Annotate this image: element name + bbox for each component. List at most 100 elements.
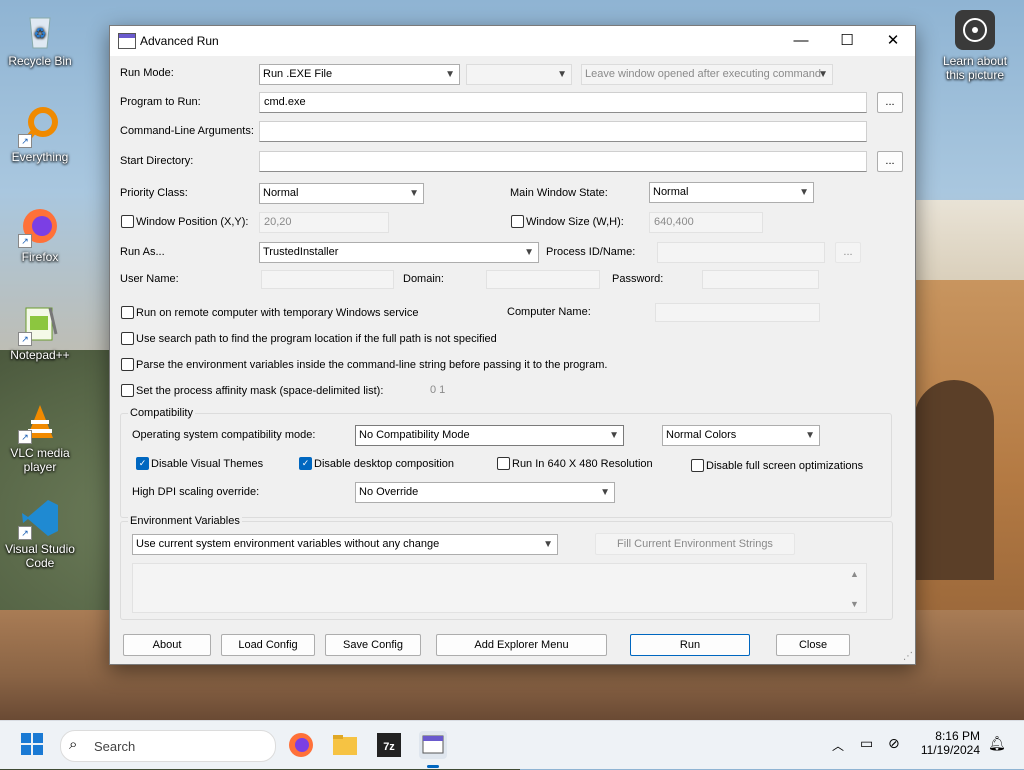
affinity-checkbox[interactable] [121, 384, 134, 397]
everything-search-icon: ↗ [18, 106, 60, 148]
chevron-down-icon: ▼ [445, 69, 455, 80]
chevron-down-icon: ▼ [409, 188, 419, 199]
cmdline-label: Command-Line Arguments: [120, 125, 254, 137]
desktop-icon-notepadpp[interactable]: ↗ Notepad++ [0, 304, 80, 362]
chevron-down-icon: ▼ [799, 187, 809, 198]
dpi-select[interactable]: No Override ▼ [355, 482, 615, 503]
advanced-run-window: Advanced Run — ☐ ✕ Run Mode: Run .EXE Fi… [109, 25, 916, 665]
close-button[interactable]: Close [776, 634, 850, 656]
user-name-label: User Name: [120, 273, 179, 285]
browse-program-button[interactable]: ... [877, 92, 903, 113]
minimize-button[interactable]: — [778, 26, 824, 56]
taskbar-file-explorer-icon[interactable] [331, 731, 359, 759]
window-size-label: Window Size (W,H): [526, 216, 624, 228]
disable-composition-checkbox[interactable]: ✓ [299, 457, 312, 470]
load-config-button[interactable]: Load Config [221, 634, 315, 656]
priority-value: Normal [263, 187, 299, 199]
scroll-down-icon[interactable]: ▼ [850, 599, 859, 609]
scroll-up-icon[interactable]: ▲ [850, 569, 859, 579]
vscode-icon: ↗ [18, 498, 60, 540]
computer-name-input [655, 303, 820, 322]
wallpaper-houses [909, 200, 1024, 290]
learn-about-picture[interactable]: Learn about this picture [934, 10, 1016, 82]
window-size-input: 640,400 [649, 212, 763, 233]
desktop-icon-recycle-bin[interactable]: ♻ Recycle Bin [0, 10, 80, 68]
shortcut-arrow-icon: ↗ [18, 430, 32, 444]
run-button[interactable]: Run [630, 634, 750, 656]
shortcut-arrow-icon: ↗ [18, 234, 32, 248]
remote-checkbox[interactable] [121, 306, 134, 319]
desktop-icon-vscode[interactable]: ↗ Visual Studio Code [0, 498, 80, 570]
chevron-down-icon: ▼ [543, 539, 553, 550]
program-label: Program to Run: [120, 96, 201, 108]
taskbar-7zip-icon[interactable]: 7z [375, 731, 403, 759]
process-id-input [657, 242, 825, 263]
svg-text:♻: ♻ [34, 25, 47, 41]
domain-label: Domain: [403, 273, 444, 285]
maximize-button[interactable]: ☐ [824, 26, 870, 56]
search-icon: ⌕ [69, 736, 78, 753]
desktop-icon-firefox[interactable]: ↗ Firefox [0, 206, 80, 264]
disable-composition-label: Disable desktop composition [314, 458, 455, 470]
search-path-checkbox[interactable] [121, 332, 134, 345]
os-compat-value: No Compatibility Mode [359, 429, 470, 441]
priority-select[interactable]: Normal ▼ [259, 183, 424, 204]
desktop-icon-vlc[interactable]: ↗ VLC media player [0, 402, 80, 474]
taskbar-advanced-run-icon[interactable] [419, 731, 447, 759]
taskbar-firefox-icon[interactable] [287, 731, 315, 759]
window-position-checkbox[interactable] [121, 215, 134, 228]
desktop-icon-label: Visual Studio Code [5, 542, 75, 570]
taskbar-search[interactable]: ⌕ Search [60, 730, 276, 762]
desktop-icon-label: Everything [11, 150, 69, 164]
domain-input [486, 270, 600, 289]
camera-info-icon [955, 10, 995, 50]
shortcut-arrow-icon: ↗ [18, 134, 32, 148]
env-select[interactable]: Use current system environment variables… [132, 534, 558, 555]
network-icon[interactable]: ▭ [860, 735, 873, 752]
colors-select[interactable]: Normal Colors ▼ [662, 425, 820, 446]
disable-fullscreen-checkbox[interactable] [691, 459, 704, 472]
disable-themes-checkbox[interactable]: ✓ [136, 457, 149, 470]
volume-muted-icon[interactable]: ⊘ [888, 735, 900, 752]
taskbar: ⌕ Search 7z ︿ ▭ ⊘ 8:16 PM 11/19/2024 🔔︎ [0, 720, 1024, 769]
browse-startdir-button[interactable]: ... [877, 151, 903, 172]
user-name-input [261, 270, 394, 289]
clock-time: 8:16 PM [935, 729, 980, 743]
parse-env-checkbox[interactable] [121, 358, 134, 371]
close-window-button[interactable]: ✕ [870, 26, 916, 56]
advanced-run-app-icon [118, 33, 136, 49]
os-compat-label: Operating system compatibility mode: [132, 429, 316, 441]
search-path-label: Use search path to find the program loca… [136, 333, 497, 345]
affinity-label: Set the process affinity mask (space-del… [136, 385, 384, 397]
recycle-bin-icon: ♻ [20, 10, 60, 50]
program-input[interactable]: cmd.exe [259, 92, 867, 113]
startdir-input[interactable] [259, 151, 867, 172]
process-id-label: Process ID/Name: [546, 246, 636, 258]
add-explorer-menu-button[interactable]: Add Explorer Menu [436, 634, 607, 656]
window-title: Advanced Run [140, 34, 219, 48]
main-window-state-select[interactable]: Normal ▼ [649, 182, 814, 203]
about-button[interactable]: About [123, 634, 211, 656]
tray-chevron-up-icon[interactable]: ︿ [832, 737, 844, 754]
notification-bell-icon[interactable]: 🔔︎ [988, 735, 1006, 752]
run-as-label: Run As... [120, 246, 165, 258]
run-as-select[interactable]: TrustedInstaller ▼ [259, 242, 539, 263]
run-mode-select[interactable]: Run .EXE File ▼ [259, 64, 460, 85]
save-config-button[interactable]: Save Config [325, 634, 421, 656]
window-position-label: Window Position (X,Y): [136, 216, 249, 228]
leave-window-select: Leave window opened after executing comm… [581, 64, 833, 85]
clock[interactable]: 8:16 PM 11/19/2024 [900, 729, 980, 757]
os-compat-select[interactable]: No Compatibility Mode ▼ [355, 425, 624, 446]
env-textarea [132, 563, 867, 613]
start-button[interactable] [19, 731, 47, 759]
program-value: cmd.exe [264, 96, 306, 108]
window-size-checkbox[interactable] [511, 215, 524, 228]
resize-grip-icon[interactable]: ⋰ [903, 651, 913, 662]
run-640-checkbox[interactable] [497, 457, 510, 470]
run-640-label: Run In 640 X 480 Resolution [512, 458, 653, 470]
browse-process-button: ... [835, 242, 861, 263]
title-bar[interactable]: Advanced Run — ☐ ✕ [110, 26, 915, 56]
desktop-icon-everything[interactable]: ↗ Everything [0, 106, 80, 164]
clock-date: 11/19/2024 [920, 743, 980, 757]
cmdline-input[interactable] [259, 121, 867, 142]
